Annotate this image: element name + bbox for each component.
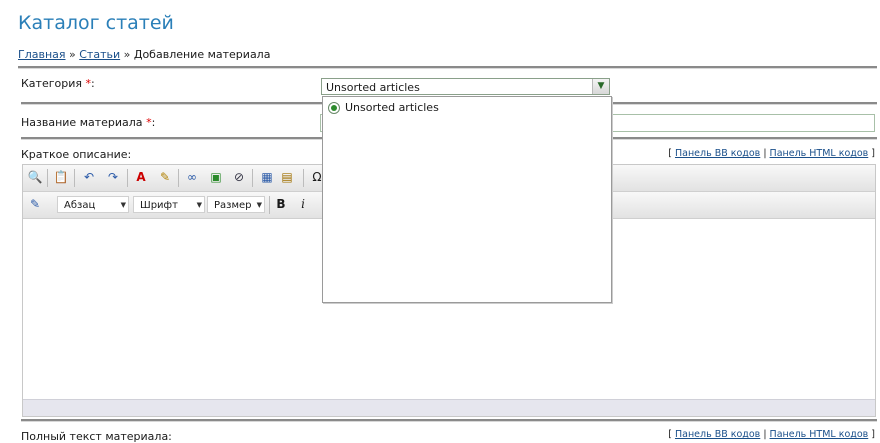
link-icon[interactable]: ∞ bbox=[184, 169, 200, 185]
page-title: Каталог статей bbox=[18, 12, 174, 34]
table-icon[interactable]: ▦ bbox=[259, 169, 275, 185]
image-icon[interactable]: ▣ bbox=[208, 169, 224, 185]
bold-button[interactable]: B bbox=[273, 196, 289, 212]
table-edit-icon[interactable]: ▤ bbox=[279, 169, 295, 185]
bb-codes-panel-link[interactable]: Панель BB кодов bbox=[675, 429, 760, 440]
size-select[interactable]: Размер ▼ bbox=[207, 196, 265, 213]
category-select-value: Unsorted articles bbox=[326, 81, 420, 94]
redo-icon[interactable]: ↷ bbox=[105, 169, 121, 185]
breadcrumb-current: Добавление материала bbox=[133, 48, 271, 61]
toolbar-separator bbox=[178, 169, 179, 187]
breadcrumb-home-link[interactable]: Главная bbox=[18, 48, 66, 61]
toolbar-separator bbox=[303, 169, 304, 187]
short-description-label: Краткое описание: bbox=[21, 148, 132, 161]
toolbar-separator bbox=[74, 169, 75, 187]
bb-codes-panel-link[interactable]: Панель BB кодов bbox=[675, 148, 760, 159]
category-label: Категория *: bbox=[21, 77, 95, 90]
radio-selected-icon bbox=[328, 101, 340, 114]
category-dropdown: Unsorted articles bbox=[322, 96, 612, 303]
category-select[interactable]: Unsorted articles ▼ bbox=[321, 78, 610, 95]
breadcrumb-separator: » bbox=[69, 48, 76, 61]
background-color-icon[interactable]: ✎ bbox=[157, 169, 173, 185]
font-select[interactable]: Шрифт ▼ bbox=[133, 196, 205, 213]
zoom-icon[interactable]: 🔍 bbox=[27, 169, 43, 185]
text-color-icon[interactable]: A bbox=[133, 169, 149, 185]
chevron-down-icon: ▼ bbox=[120, 201, 126, 209]
divider bbox=[18, 66, 877, 69]
editor-status-bar bbox=[23, 399, 875, 416]
toolbar-separator bbox=[252, 169, 253, 187]
full-text-label: Полный текст материала: bbox=[21, 430, 172, 443]
paste-icon[interactable]: 📋 bbox=[53, 169, 69, 185]
format-select[interactable]: Абзац ▼ bbox=[57, 196, 129, 213]
breadcrumb-separator: » bbox=[123, 48, 131, 61]
italic-button[interactable]: i bbox=[295, 196, 311, 212]
anchor-icon[interactable]: ⊘ bbox=[231, 169, 247, 185]
divider bbox=[21, 419, 877, 422]
chevron-down-icon: ▼ bbox=[196, 201, 202, 209]
breadcrumb: Главная » Статьи » Добавление материала bbox=[18, 48, 270, 61]
breadcrumb-articles-link[interactable]: Статьи bbox=[79, 48, 120, 61]
html-codes-panel-link[interactable]: Панель HTML кодов bbox=[770, 429, 869, 440]
category-option-label: Unsorted articles bbox=[345, 101, 439, 114]
source-edit-icon[interactable]: ✎ bbox=[27, 196, 43, 212]
toolbar-separator bbox=[127, 169, 128, 187]
chevron-down-icon[interactable]: ▼ bbox=[592, 79, 609, 94]
toolbar-separator bbox=[47, 169, 48, 187]
category-option[interactable]: Unsorted articles bbox=[328, 101, 439, 114]
chevron-down-icon: ▼ bbox=[256, 201, 262, 209]
panel-links: [ Панель BB кодов | Панель HTML кодов ] bbox=[668, 429, 875, 440]
title-label: Название материала *: bbox=[21, 116, 156, 129]
panel-links: [ Панель BB кодов | Панель HTML кодов ] bbox=[668, 148, 875, 159]
undo-icon[interactable]: ↶ bbox=[81, 169, 97, 185]
toolbar-separator bbox=[269, 196, 270, 214]
html-codes-panel-link[interactable]: Панель HTML кодов bbox=[770, 148, 869, 159]
